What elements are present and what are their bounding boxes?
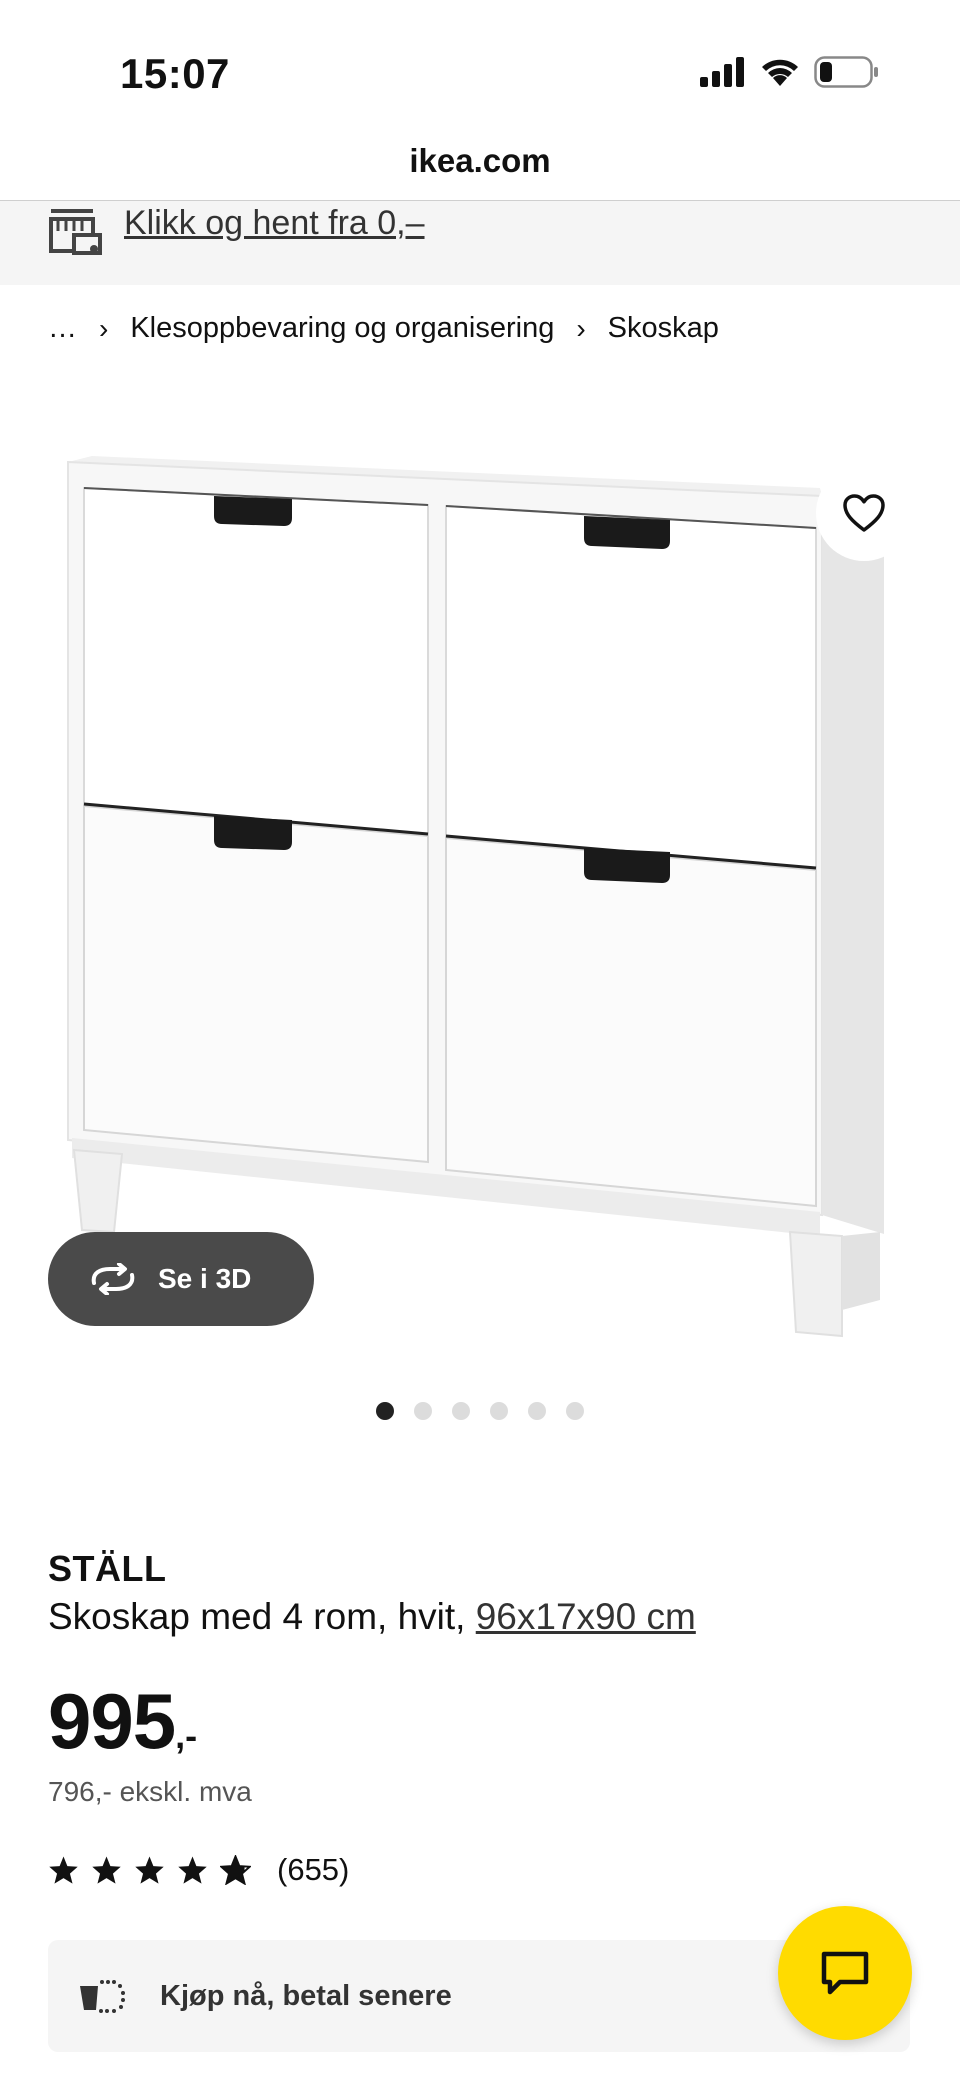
star-full-icon [49, 1856, 78, 1884]
battery-icon [814, 56, 878, 88]
breadcrumb-ellipsis[interactable]: … [48, 312, 77, 345]
carousel-dot[interactable] [414, 1402, 432, 1420]
rating-stars [48, 1855, 251, 1885]
store-pickup-icon [49, 209, 102, 255]
buy-now-pay-later-label: Kjøp nå, betal senere [160, 1979, 452, 2012]
breadcrumb-item-clothes-storage[interactable]: Klesoppbevaring og organisering [130, 312, 554, 345]
status-time: 15:07 [120, 50, 230, 97]
product-image[interactable] [0, 380, 960, 1360]
product-rating[interactable]: (655) [48, 1852, 349, 1888]
product-type-text: Skoskap med 4 rom, hvit, [48, 1596, 476, 1637]
chat-button[interactable] [778, 1906, 912, 2040]
product-price: 995,- [48, 1676, 197, 1767]
carousel-dot[interactable] [490, 1402, 508, 1420]
price-decimal: ,- [175, 1715, 198, 1756]
shopping-bag-dots-icon [80, 1980, 125, 2013]
product-name: STÄLL [48, 1548, 167, 1589]
product-dimensions-link[interactable]: 96x17x90 cm [476, 1596, 696, 1637]
cellular-signal-icon [700, 57, 744, 87]
add-to-favourites-button[interactable] [816, 465, 912, 561]
status-bar: 15:07 ikea.com [0, 0, 960, 179]
pickup-banner[interactable]: Klikk og hent fra 0,– [0, 201, 960, 285]
star-partial-icon [220, 1855, 251, 1885]
breadcrumb-item-shoe-cabinets[interactable]: Skoskap [608, 312, 719, 345]
product-description: Skoskap med 4 rom, hvit, 96x17x90 cm [48, 1596, 696, 1638]
carousel-dot[interactable] [376, 1402, 394, 1420]
url-bar[interactable]: ikea.com [0, 142, 960, 180]
status-icons [700, 56, 880, 88]
chevron-right-icon: › [576, 312, 586, 344]
heart-icon [843, 494, 885, 532]
price-excl-vat: 796,- ekskl. mva [48, 1776, 252, 1807]
star-full-icon [178, 1856, 207, 1884]
chat-bubble-icon [821, 1951, 869, 1995]
see-in-3d-label: Se i 3D [158, 1263, 252, 1294]
carousel-pagination [0, 1402, 960, 1420]
see-in-3d-button[interactable]: Se i 3D [48, 1232, 314, 1326]
carousel-dot[interactable] [528, 1402, 546, 1420]
price-integer: 995 [48, 1677, 176, 1765]
star-full-icon [92, 1856, 121, 1884]
star-full-icon [135, 1856, 164, 1884]
wifi-icon [762, 59, 798, 86]
rotate-3d-icon [91, 1263, 135, 1295]
carousel-dot[interactable] [566, 1402, 584, 1420]
chevron-right-icon: › [99, 312, 109, 344]
carousel-dot[interactable] [452, 1402, 470, 1420]
review-count: (655) [277, 1852, 350, 1887]
breadcrumb: … › Klesoppbevaring og organisering › Sk… [48, 312, 719, 345]
pickup-link[interactable]: Klikk og hent fra 0,– [124, 204, 425, 243]
